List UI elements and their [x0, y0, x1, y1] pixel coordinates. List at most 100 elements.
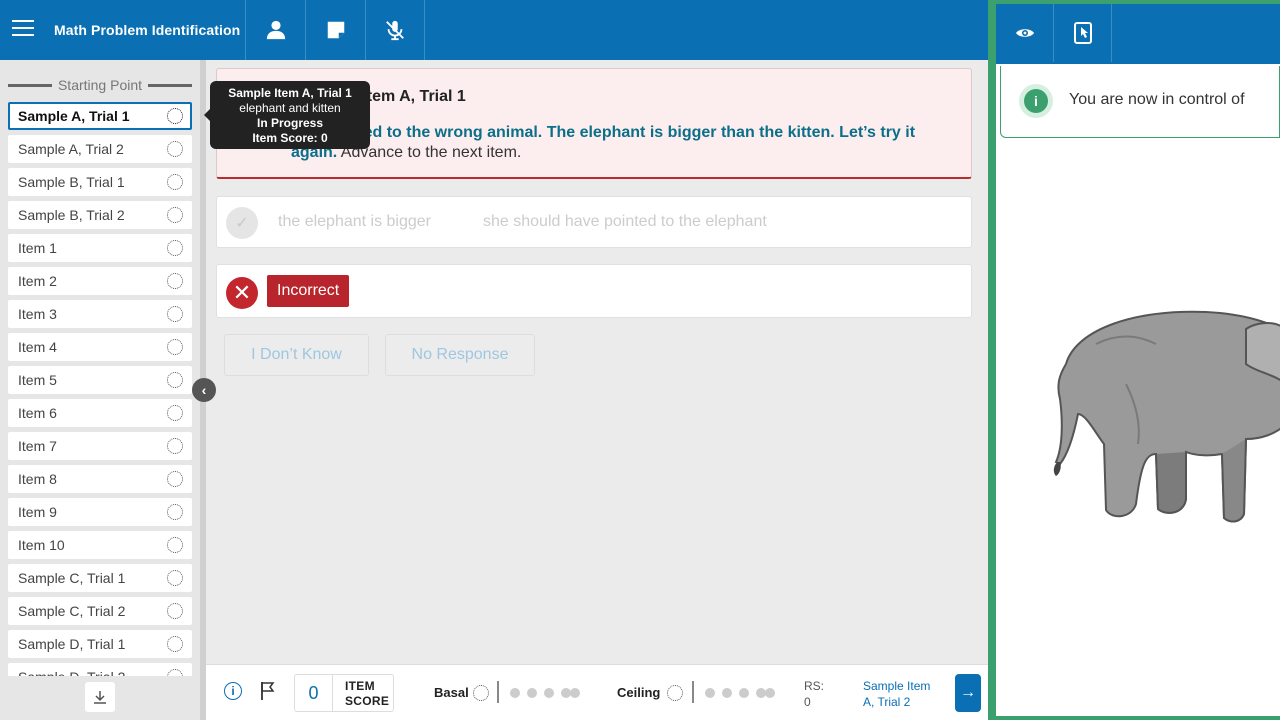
- ceiling-dot: [765, 688, 775, 698]
- tooltip-title: Sample Item A, Trial 1: [228, 86, 352, 100]
- next-item-link[interactable]: Sample Item A, Trial 2: [863, 678, 943, 710]
- collapse-sidebar-button[interactable]: ‹: [192, 378, 216, 402]
- progress-status-icon: [167, 504, 183, 520]
- bottom-bar: i 0 ITEM SCORE Basal Ceiling RS: 0 Sample …: [206, 664, 988, 720]
- tablet-control-button[interactable]: [1054, 4, 1112, 62]
- sidebar-item[interactable]: Sample C, Trial 2: [8, 597, 192, 625]
- progress-status-icon: [167, 603, 183, 619]
- answer-option-1[interactable]: the elephant is bigger: [278, 213, 431, 231]
- sidebar-item-label: Sample B, Trial 1: [18, 174, 125, 190]
- answer-option-2[interactable]: she should have pointed to the elephant: [483, 213, 767, 231]
- basal-dot: [570, 688, 580, 698]
- ceiling-label: Ceiling: [617, 685, 661, 700]
- incorrect-icon[interactable]: ✕: [226, 277, 258, 309]
- mic-button[interactable]: [365, 0, 425, 60]
- item-score-value: 0: [295, 675, 333, 711]
- examinee-view-panel: i You are now in control of: [988, 0, 1280, 720]
- sidebar-item-label: Sample C, Trial 2: [18, 603, 126, 619]
- main-content: Sample Item A, Trial 1 You pointed to th…: [206, 60, 988, 664]
- menu-icon[interactable]: [12, 20, 34, 40]
- starting-point-header: Starting Point: [8, 76, 192, 94]
- info-circle-icon: i: [1019, 84, 1053, 118]
- item-tooltip: Sample Item A, Trial 1 elephant and kitt…: [204, 81, 370, 149]
- ceiling-status-icon: [667, 685, 683, 701]
- basal-dot: [527, 688, 537, 698]
- item-sidebar: Starting Point Sample A, Trial 1 Sample A…: [0, 60, 200, 720]
- progress-status-icon: [167, 405, 183, 421]
- sidebar-item-label: Sample A, Trial 1: [18, 108, 130, 124]
- sidebar-item[interactable]: Item 7: [8, 432, 192, 460]
- sidebar-item[interactable]: Sample D, Trial 2: [8, 663, 192, 676]
- sidebar-item[interactable]: Item 10: [8, 531, 192, 559]
- sidebar-item[interactable]: Item 6: [8, 399, 192, 427]
- sidebar-item[interactable]: Item 5: [8, 366, 192, 394]
- sidebar-item-label: Item 3: [18, 306, 57, 322]
- sidebar-item-label: Sample A, Trial 2: [18, 141, 124, 157]
- sidebar-item[interactable]: Item 1: [8, 234, 192, 262]
- tooltip-subtitle: elephant and kitten: [239, 101, 341, 115]
- examinee-button[interactable]: [245, 0, 305, 60]
- download-button[interactable]: [85, 682, 115, 712]
- sidebar-item[interactable]: Sample C, Trial 1: [8, 564, 192, 592]
- dont-know-button[interactable]: I Don’t Know: [224, 334, 369, 376]
- sidebar-item[interactable]: Item 3: [8, 300, 192, 328]
- sidebar-item-label: Item 2: [18, 273, 57, 289]
- incorrect-label: Incorrect: [267, 275, 350, 307]
- progress-status-icon: [167, 669, 183, 676]
- sidebar-item-label: Sample D, Trial 1: [18, 636, 126, 652]
- next-button[interactable]: →: [955, 674, 981, 712]
- progress-status-icon: [167, 306, 183, 322]
- basal-dot: [510, 688, 520, 698]
- ceiling-separator: [692, 681, 694, 703]
- item-score-box: 0 ITEM SCORE: [294, 674, 394, 712]
- ceiling-dot: [739, 688, 749, 698]
- progress-status-icon: [167, 570, 183, 586]
- basal-label: Basal: [434, 685, 469, 700]
- answer-options: ✓ the elephant is bigger she should have…: [216, 196, 972, 248]
- elephant-image[interactable]: [1046, 304, 1280, 529]
- item-list[interactable]: Starting Point Sample A, Trial 1 Sample A…: [0, 60, 200, 676]
- sidebar-item[interactable]: Item 4: [8, 333, 192, 361]
- sidebar-item-label: Item 4: [18, 339, 57, 355]
- tooltip-score: Item Score: 0: [252, 131, 328, 145]
- mic-off-icon: [386, 20, 404, 41]
- progress-status-icon: [167, 471, 183, 487]
- sidebar-item[interactable]: Sample A, Trial 2: [8, 135, 192, 163]
- progress-status-icon: [167, 174, 183, 190]
- examinee-toolbar: [996, 4, 1280, 64]
- arrow-right-icon: →: [960, 684, 976, 701]
- app-title: Math Problem Identification: [54, 22, 241, 38]
- sidebar-item-label: Item 8: [18, 471, 57, 487]
- sidebar-item-label: Sample C, Trial 1: [18, 570, 126, 586]
- raw-score: RS: 0: [804, 679, 825, 709]
- control-notice-text: You are now in control of: [1069, 91, 1245, 108]
- control-notice: i You are now in control of: [1000, 66, 1280, 138]
- tablet-pointer-icon: [1073, 22, 1092, 44]
- progress-status-icon: [167, 636, 183, 652]
- result-row: ✕ Incorrect: [216, 264, 972, 318]
- sidebar-item-label: Item 10: [18, 537, 65, 553]
- no-response-button[interactable]: No Response: [385, 334, 535, 376]
- sidebar-item[interactable]: Item 2: [8, 267, 192, 295]
- sidebar-item-label: Sample B, Trial 2: [18, 207, 125, 223]
- sidebar-item[interactable]: Sample D, Trial 1: [8, 630, 192, 658]
- sidebar-item[interactable]: Sample A, Trial 1: [8, 102, 192, 130]
- info-icon[interactable]: i: [224, 682, 242, 700]
- note-icon: [327, 21, 344, 39]
- sidebar-item-label: Item 1: [18, 240, 57, 256]
- chevron-left-icon: ‹: [201, 382, 207, 398]
- check-icon[interactable]: ✓: [226, 207, 258, 239]
- sidebar-item[interactable]: Sample B, Trial 2: [8, 201, 192, 229]
- sidebar-item[interactable]: Item 9: [8, 498, 192, 526]
- sidebar-item[interactable]: Item 8: [8, 465, 192, 493]
- progress-status-icon: [167, 438, 183, 454]
- notes-button[interactable]: [305, 0, 365, 60]
- top-bar: Math Problem Identification: [0, 0, 988, 60]
- sidebar-item[interactable]: Sample B, Trial 1: [8, 168, 192, 196]
- basal-dot: [544, 688, 554, 698]
- eye-icon: [1015, 29, 1034, 37]
- view-button[interactable]: [996, 4, 1054, 62]
- item-score-label: ITEM SCORE: [345, 679, 390, 708]
- flag-icon[interactable]: [260, 681, 276, 701]
- sidebar-item-label: Item 9: [18, 504, 57, 520]
